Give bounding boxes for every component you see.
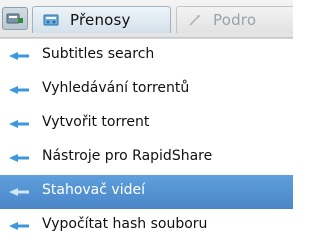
menu-icon: [6, 13, 23, 24]
arrow-bullet-icon: [9, 222, 29, 230]
details-icon: [189, 15, 200, 26]
menu-item-torrent-search[interactable]: Vyhledávání torrentů: [0, 73, 293, 107]
menu-item-label: Nástroje pro RapidShare: [42, 148, 213, 164]
menu-item-label: Vyhledávání torrentů: [42, 80, 190, 96]
arrow-bullet-icon: [9, 188, 29, 196]
menu-item-video-downloader[interactable]: Stahovač videí: [0, 175, 293, 209]
tab-transfers[interactable]: Přenosy: [32, 6, 171, 33]
tab-transfers-label: Přenosy: [70, 11, 131, 29]
dropdown-menu: Subtitles search Vyhledávání torrentů Vy…: [0, 38, 293, 248]
arrow-bullet-icon: [9, 52, 29, 60]
arrow-bullet-icon: [9, 120, 29, 128]
tab-details[interactable]: Podro: [176, 6, 293, 33]
menu-item-label: Stahovač videí: [42, 182, 145, 198]
menu-item-subtitles-search[interactable]: Subtitles search: [0, 39, 293, 73]
arrow-bullet-icon: [9, 86, 29, 94]
tab-toolbar: Přenosy Podro: [0, 0, 293, 38]
menu-item-rapidshare-tools[interactable]: Nástroje pro RapidShare: [0, 141, 293, 175]
tab-details-label: Podro: [213, 11, 257, 29]
menu-button[interactable]: [2, 7, 28, 30]
menu-item-label: Subtitles search: [42, 46, 155, 62]
menu-item-label: Vypočítat hash souboru: [42, 216, 208, 232]
menu-item-create-torrent[interactable]: Vytvořit torrent: [0, 107, 293, 141]
app-window: Přenosy Podro Subtitles search Vyhledává…: [0, 0, 293, 248]
transfers-icon: [43, 14, 59, 26]
menu-item-label: Vytvořit torrent: [42, 114, 150, 130]
menu-item-compute-file-hash[interactable]: Vypočítat hash souboru: [0, 209, 293, 243]
arrow-bullet-icon: [9, 154, 29, 162]
